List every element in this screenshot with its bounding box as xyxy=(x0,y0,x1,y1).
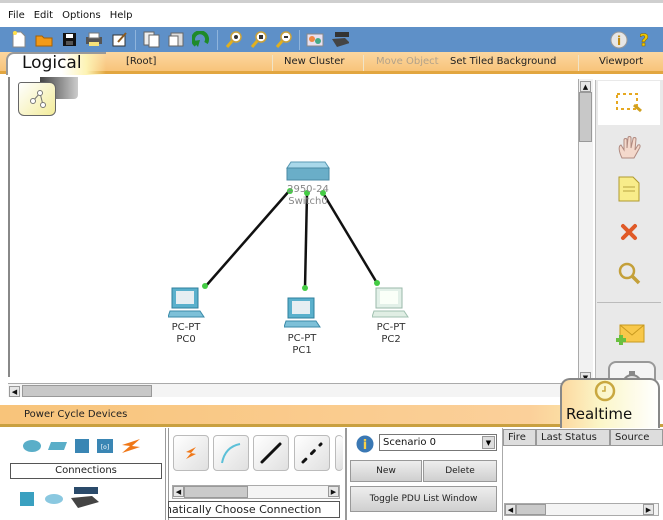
add-simple-pdu-icon xyxy=(616,324,645,345)
connection-type-name: natically Choose Connection xyxy=(168,501,340,518)
scroll-up-button[interactable]: ▲ xyxy=(580,81,591,92)
pc2-model-label: PC-PT xyxy=(376,322,406,333)
port-light xyxy=(374,280,380,286)
inspect-icon xyxy=(618,262,641,285)
move-layout-tool[interactable] xyxy=(598,127,660,171)
delete-tool[interactable] xyxy=(598,210,660,254)
add-simple-pdu-tool[interactable] xyxy=(598,312,660,356)
inspect-tool[interactable] xyxy=(598,252,660,296)
copper-straight-through-icon xyxy=(260,442,282,464)
fiber-button[interactable] xyxy=(335,435,343,471)
chevron-down-icon[interactable]: ▼ xyxy=(482,436,495,449)
copper-straight-through-button[interactable] xyxy=(253,435,289,471)
pdu-column-last-status[interactable]: Last Status xyxy=(536,429,610,446)
router-category-icon[interactable] xyxy=(22,439,42,453)
console-cable-icon xyxy=(221,443,241,464)
wireless-category-icon[interactable]: [o] xyxy=(96,438,114,454)
pc0-name-label: PC0 xyxy=(176,334,196,345)
pdu-scroll-thumb[interactable] xyxy=(516,504,546,515)
select-icon xyxy=(616,93,642,113)
end-devices-icon[interactable] xyxy=(18,489,38,509)
hub-category-icon[interactable] xyxy=(74,438,90,454)
pc1-device[interactable] xyxy=(283,297,322,333)
switch-category-icon[interactable] xyxy=(48,440,68,452)
power-cycle-devices-button[interactable]: Power Cycle Devices xyxy=(24,409,127,420)
scroll-left-button[interactable]: ◀ xyxy=(505,504,516,515)
pc2-device[interactable] xyxy=(371,287,410,323)
switch-model-label: 2950-24 xyxy=(287,184,329,195)
device-category-label: Connections xyxy=(10,463,162,479)
new-scenario-button[interactable]: New xyxy=(350,460,422,482)
svg-text:[o]: [o] xyxy=(101,444,109,451)
svg-text:i: i xyxy=(363,438,367,453)
auto-connection-button[interactable] xyxy=(173,435,209,471)
switch-name-label: Switch0 xyxy=(288,196,328,207)
delete-scenario-button[interactable]: Delete xyxy=(423,460,497,482)
place-note-tool[interactable] xyxy=(598,167,660,211)
pc0-device[interactable] xyxy=(167,287,206,323)
pc2-name-label: PC2 xyxy=(381,334,401,345)
delete-icon xyxy=(621,224,637,240)
pc0-model-label: PC-PT xyxy=(171,322,201,333)
pc1-model-label: PC-PT xyxy=(287,333,317,344)
realtime-clock-icon xyxy=(594,380,616,406)
custom-made-devices-icon[interactable] xyxy=(70,486,100,512)
toggle-pdu-list-button[interactable]: Toggle PDU List Window xyxy=(350,486,497,512)
pdu-column-source[interactable]: Source xyxy=(610,429,663,446)
connections-category-icon[interactable] xyxy=(120,437,142,455)
scenario-info-icon[interactable]: i xyxy=(355,434,375,458)
divider xyxy=(597,302,661,303)
scroll-left-button[interactable]: ◀ xyxy=(9,386,20,397)
scroll-left-button[interactable]: ◀ xyxy=(173,486,184,497)
port-light xyxy=(302,285,308,291)
vertical-scroll-thumb[interactable] xyxy=(579,92,592,142)
scroll-right-button[interactable]: ▶ xyxy=(328,486,339,497)
link-switch-pc1[interactable] xyxy=(303,192,309,289)
switch-icon xyxy=(286,161,330,181)
copper-cross-over-icon xyxy=(301,442,323,464)
place-note-icon xyxy=(618,176,640,202)
console-cable-button[interactable] xyxy=(213,435,249,471)
select-tool[interactable] xyxy=(598,81,660,125)
pc-icon xyxy=(283,297,321,328)
realtime-label: Realtime xyxy=(566,405,633,423)
device-category-row-2 xyxy=(18,486,100,512)
pc1-name-label: PC1 xyxy=(292,345,312,356)
copper-cross-over-button[interactable] xyxy=(294,435,330,471)
device-category-row: [o] xyxy=(22,437,142,455)
move-layout-icon xyxy=(618,136,641,159)
pc-icon xyxy=(167,287,205,318)
auto-connection-icon xyxy=(186,447,196,459)
connection-scroll-thumb[interactable] xyxy=(184,486,248,498)
scroll-right-button[interactable]: ▶ xyxy=(643,504,654,515)
horizontal-scroll-thumb[interactable] xyxy=(22,385,152,397)
wan-emulation-icon[interactable] xyxy=(44,493,64,505)
scenario-select[interactable]: Scenario 0 xyxy=(379,434,497,451)
pc-icon xyxy=(371,287,409,318)
pdu-column-fire[interactable]: Fire xyxy=(503,429,536,446)
